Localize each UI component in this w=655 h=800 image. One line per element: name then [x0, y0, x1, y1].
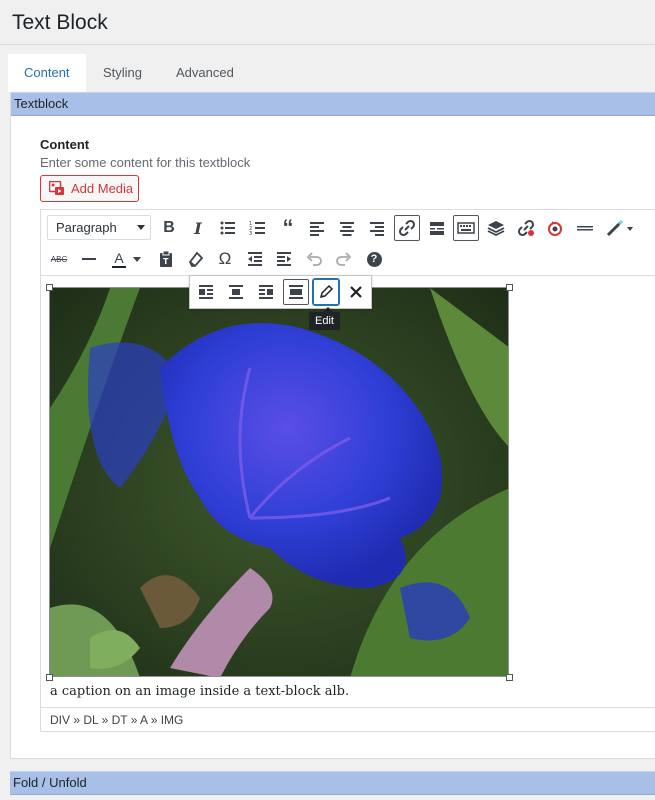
svg-text:T: T — [163, 257, 169, 266]
horizontal-line-icon[interactable] — [76, 246, 102, 272]
align-center-icon[interactable] — [334, 215, 360, 241]
add-media-label: Add Media — [71, 181, 134, 196]
unlink-icon[interactable] — [513, 215, 539, 241]
resize-handle-bottom-right[interactable] — [506, 674, 513, 681]
chevron-down-icon — [137, 225, 145, 230]
clear-formatting-icon[interactable] — [182, 246, 208, 272]
align-left-icon[interactable] — [304, 215, 330, 241]
svg-text:3: 3 — [249, 231, 252, 237]
magic-wand-icon[interactable] — [602, 215, 638, 241]
image-toolbar — [189, 275, 372, 309]
format-select[interactable]: Paragraph — [47, 215, 151, 240]
toolbar-toggle-icon[interactable] — [453, 215, 479, 241]
paste-text-icon[interactable]: T — [153, 246, 179, 272]
flower-photo — [50, 288, 508, 676]
content-panel: Textblock Content Enter some content for… — [10, 92, 655, 759]
image-align-center-icon[interactable] — [223, 279, 249, 305]
content-field-label: Content — [40, 137, 90, 152]
editor-toolbar: Paragraph B I 123 “ ABC A T Ω ? — [41, 210, 655, 276]
editor-content[interactable]: Edit a caption on an image inside a text… — [41, 275, 655, 707]
media-icon — [49, 181, 64, 195]
text-color-glyph: A — [114, 249, 124, 266]
help-icon[interactable]: ? — [361, 246, 387, 272]
remove-image-icon[interactable] — [343, 279, 369, 305]
page-header: Text Block — [0, 0, 655, 45]
bold-icon[interactable]: B — [156, 215, 182, 241]
image-caption[interactable]: a caption on an image inside a text-bloc… — [50, 684, 349, 699]
rich-text-editor: Paragraph B I 123 “ ABC A T Ω ? Edit a c… — [40, 209, 655, 732]
redo-icon[interactable] — [331, 246, 357, 272]
layers-icon[interactable] — [483, 215, 509, 241]
special-character-icon[interactable]: Ω — [212, 246, 238, 272]
resize-handle-bottom-left[interactable] — [46, 674, 53, 681]
resize-handle-top-right[interactable] — [506, 284, 513, 291]
read-more-icon[interactable] — [424, 215, 450, 241]
section-fold-unfold[interactable]: Fold / Unfold — [10, 771, 655, 795]
horizontal-rule-icon[interactable] — [572, 215, 598, 241]
edit-tooltip: Edit — [309, 307, 340, 330]
text-color-dropdown[interactable] — [130, 246, 144, 272]
section-textblock[interactable]: Textblock — [11, 92, 655, 116]
numbered-list-icon[interactable]: 123 — [245, 215, 271, 241]
bullet-list-icon[interactable] — [215, 215, 241, 241]
edit-image-icon[interactable] — [313, 279, 339, 305]
tab-advanced[interactable]: Advanced — [160, 54, 250, 92]
outdent-icon[interactable] — [242, 246, 268, 272]
tab-bar: Content Styling Advanced — [0, 46, 655, 92]
element-path: DIV » DL » DT » A » IMG — [41, 707, 655, 732]
format-select-value: Paragraph — [56, 220, 117, 235]
strikethrough-icon[interactable]: ABC — [46, 246, 72, 272]
image-align-right-icon[interactable] — [253, 279, 279, 305]
tab-content[interactable]: Content — [8, 54, 86, 92]
help-glyph: ? — [366, 251, 382, 267]
page-title: Text Block — [12, 11, 108, 34]
insert-link-icon[interactable] — [394, 215, 420, 241]
image-align-left-icon[interactable] — [193, 279, 219, 305]
image-no-align-icon[interactable] — [283, 279, 309, 305]
caret-down-icon — [133, 256, 141, 262]
tab-styling[interactable]: Styling — [87, 54, 158, 92]
add-media-button[interactable]: Add Media — [40, 175, 139, 202]
undo-icon[interactable] — [301, 246, 327, 272]
indent-icon[interactable] — [271, 246, 297, 272]
italic-icon[interactable]: I — [185, 215, 211, 241]
content-image[interactable] — [49, 287, 509, 677]
content-field-description: Enter some content for this textblock — [40, 155, 251, 170]
blockquote-icon[interactable]: “ — [275, 215, 301, 241]
align-right-icon[interactable] — [364, 215, 390, 241]
resize-handle-top-left[interactable] — [46, 284, 53, 291]
target-icon[interactable] — [542, 215, 568, 241]
text-color-icon[interactable]: A — [106, 246, 132, 272]
